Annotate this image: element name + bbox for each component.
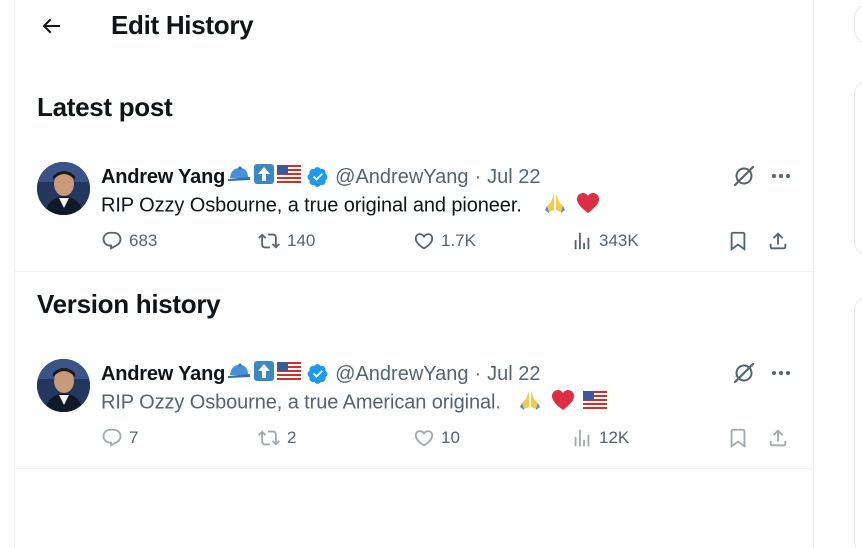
bookmark-icon xyxy=(730,231,746,252)
up-arrow-emoji xyxy=(253,163,275,191)
views-count: 12K xyxy=(599,428,630,447)
bookmark-button[interactable] xyxy=(727,228,749,254)
share-icon xyxy=(769,429,787,447)
sidebar-card xyxy=(854,296,862,548)
author-row: Andrew Yang @AndrewYang · Jul 22 xyxy=(101,164,541,190)
reply-count: 7 xyxy=(129,428,139,447)
author-handle[interactable]: @AndrewYang xyxy=(335,166,468,189)
verified-badge-icon[interactable] xyxy=(307,363,329,385)
like-count: 1.7K xyxy=(441,231,476,250)
version-history-heading: Version history xyxy=(37,289,221,319)
heart-icon xyxy=(414,430,434,447)
repost-icon xyxy=(258,430,280,446)
folded-hands-emoji xyxy=(518,389,542,417)
post-date[interactable]: Jul 22 xyxy=(487,363,540,386)
author-name[interactable]: Andrew Yang xyxy=(101,166,225,189)
author-handle[interactable]: @AndrewYang xyxy=(335,363,468,386)
reply-count: 683 xyxy=(129,231,158,250)
right-sidebar xyxy=(814,0,862,548)
views-button[interactable]: 343K xyxy=(571,228,639,254)
page-title: Edit History xyxy=(111,10,254,40)
more-options-icon[interactable] xyxy=(767,162,795,190)
back-button[interactable] xyxy=(35,10,67,42)
views-count: 343K xyxy=(599,231,639,250)
folded-hands-emoji xyxy=(543,192,567,220)
main-column: Edit History Latest post Andrew Yang @An… xyxy=(14,0,814,548)
latest-post-heading: Latest post xyxy=(37,92,173,122)
repost-count: 2 xyxy=(287,428,297,447)
avatar[interactable] xyxy=(37,359,90,412)
like-button[interactable]: 10 xyxy=(413,425,460,451)
grok-icon[interactable] xyxy=(730,162,758,190)
search-box-edge[interactable] xyxy=(854,4,862,44)
post-text-content: RIP Ozzy Osbourne, a true American origi… xyxy=(101,391,501,414)
bookmark-icon xyxy=(730,428,746,449)
like-count: 10 xyxy=(441,428,460,447)
views-chart-icon xyxy=(574,429,590,447)
us-flag-emoji xyxy=(583,391,608,415)
reply-button[interactable]: 7 xyxy=(101,425,138,451)
avatar[interactable] xyxy=(37,162,90,215)
red-heart-emoji xyxy=(551,389,575,417)
latest-post[interactable]: Andrew Yang @AndrewYang · Jul 22 RIP Ozz… xyxy=(15,148,813,272)
post-text: RIP Ozzy Osbourne, a true American origi… xyxy=(101,389,608,417)
back-arrow-icon xyxy=(42,18,60,34)
header: Edit History xyxy=(15,0,815,52)
separator-dot: · xyxy=(474,165,482,188)
post-text: RIP Ozzy Osbourne, a true original and p… xyxy=(101,192,600,220)
author-row: Andrew Yang @AndrewYang · Jul 22 xyxy=(101,361,541,387)
like-button[interactable]: 1.7K xyxy=(413,228,476,254)
repost-icon xyxy=(258,233,280,249)
bookmark-button[interactable] xyxy=(727,425,749,451)
blue-cap-emoji xyxy=(227,164,251,190)
share-button[interactable] xyxy=(767,425,789,451)
share-button[interactable] xyxy=(767,228,789,254)
reply-button[interactable]: 683 xyxy=(101,228,157,254)
share-icon xyxy=(769,232,787,250)
red-heart-emoji xyxy=(576,192,600,220)
heart-icon xyxy=(414,233,434,250)
post-date[interactable]: Jul 22 xyxy=(487,166,540,189)
repost-button[interactable]: 140 xyxy=(257,228,315,254)
views-button[interactable]: 12K xyxy=(571,425,629,451)
separator-dot: · xyxy=(474,362,482,385)
action-bar: 683 140 1.7K 343K xyxy=(101,228,801,254)
up-arrow-emoji xyxy=(253,360,275,388)
views-chart-icon xyxy=(574,232,590,250)
us-flag-emoji xyxy=(277,362,302,386)
repost-button[interactable]: 2 xyxy=(257,425,296,451)
verified-badge-icon[interactable] xyxy=(307,166,329,188)
post-text-content: RIP Ozzy Osbourne, a true original and p… xyxy=(101,194,522,217)
reply-icon xyxy=(102,231,122,250)
blue-cap-emoji xyxy=(227,361,251,387)
repost-count: 140 xyxy=(287,231,316,250)
reply-icon xyxy=(102,428,122,447)
us-flag-emoji xyxy=(277,165,302,189)
action-bar: 7 2 10 12K xyxy=(101,425,801,451)
previous-version-post[interactable]: Andrew Yang @AndrewYang · Jul 22 RIP Ozz… xyxy=(15,345,813,469)
author-name[interactable]: Andrew Yang xyxy=(101,363,225,386)
sidebar-card xyxy=(854,80,862,256)
grok-icon[interactable] xyxy=(730,359,758,387)
more-options-icon[interactable] xyxy=(767,359,795,387)
